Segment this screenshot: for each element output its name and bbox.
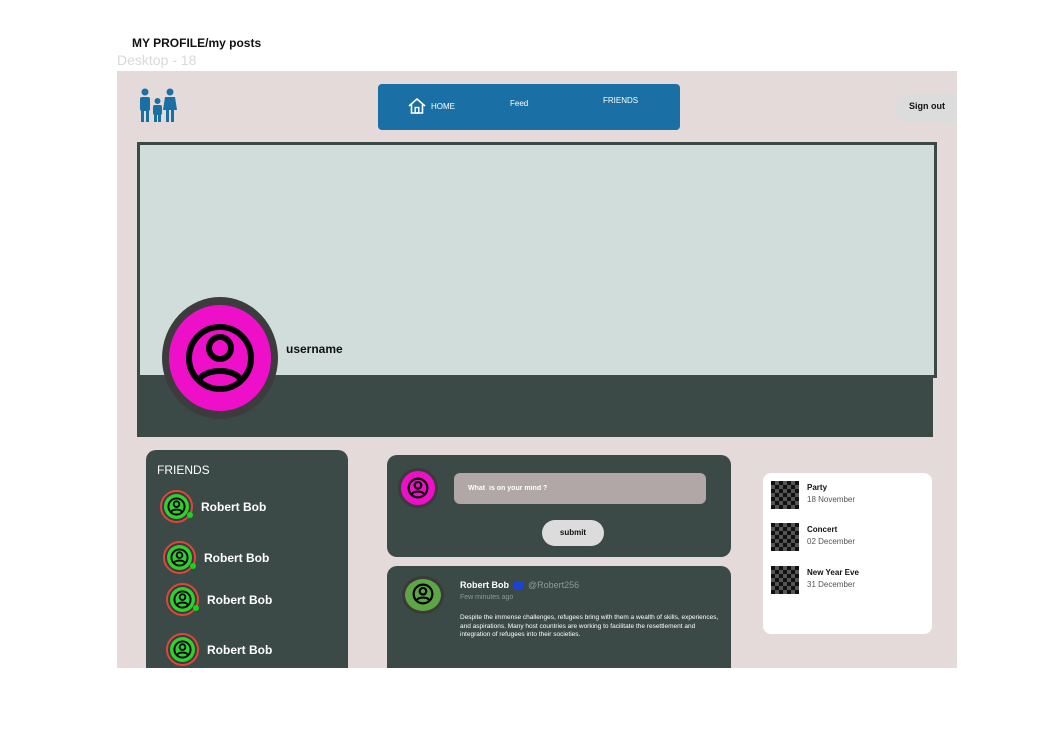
online-indicator	[193, 605, 199, 611]
event-thumbnail	[771, 481, 799, 509]
user-icon	[407, 477, 429, 499]
event-date: 31 December	[807, 580, 856, 589]
post-author-avatar[interactable]	[402, 576, 444, 614]
event-date: 02 December	[807, 537, 856, 546]
post-body: Despite the immense challenges, refugees…	[460, 614, 719, 638]
friends-title: FRIENDS	[157, 463, 210, 477]
frame-title: MY PROFILE/my posts	[132, 36, 262, 50]
online-indicator	[187, 512, 193, 518]
event-item[interactable]: Concert 02 December	[771, 523, 855, 551]
post-composer: submit	[387, 455, 731, 557]
events-panel: Party 18 November Concert 02 December Ne…	[763, 473, 932, 634]
sign-out-button[interactable]: Sign out	[895, 94, 957, 123]
event-name: New Year Eve	[807, 568, 859, 577]
online-indicator	[190, 563, 196, 569]
nav-home-label: HOME	[431, 101, 455, 111]
post-author-handle: @Robert256	[528, 580, 580, 590]
friend-name: Robert Bob	[207, 592, 273, 607]
event-item[interactable]: Party 18 November	[771, 481, 855, 509]
post-card: Robert Bob @Robert256 Few minutes ago De…	[387, 566, 731, 668]
user-icon	[412, 583, 434, 605]
user-icon	[173, 590, 192, 609]
nav-feed[interactable]: Feed	[510, 99, 528, 108]
nav-friends[interactable]: FRIENDS	[603, 96, 638, 105]
friend-item[interactable]: Robert Bob	[166, 633, 272, 666]
friend-avatar	[166, 583, 199, 616]
event-name: Concert	[807, 525, 838, 534]
frame-subtitle: Desktop - 18	[117, 52, 197, 68]
friend-name: Robert Bob	[201, 499, 267, 514]
friend-avatar	[163, 541, 196, 574]
friend-name: Robert Bob	[207, 642, 273, 657]
user-icon	[167, 497, 186, 516]
profile-avatar[interactable]	[162, 297, 278, 419]
friend-item[interactable]: Robert Bob	[166, 583, 272, 616]
family-icon[interactable]	[139, 88, 177, 124]
event-thumbnail	[771, 523, 799, 551]
friend-item[interactable]: Robert Bob	[163, 541, 269, 574]
event-name: Party	[807, 483, 828, 492]
event-date: 18 November	[807, 495, 856, 504]
friend-name: Robert Bob	[204, 550, 270, 565]
home-icon	[408, 98, 426, 114]
profile-username: username	[286, 342, 343, 356]
submit-button[interactable]: submit	[542, 520, 604, 546]
composer-avatar	[398, 468, 438, 508]
nav-home[interactable]: HOME	[408, 98, 455, 114]
user-icon	[173, 640, 192, 659]
event-thumbnail	[771, 566, 799, 594]
verified-badge-icon	[514, 580, 523, 590]
friends-panel: FRIENDS Robert Bob Robert Bob Robert Bob…	[146, 450, 348, 668]
event-item[interactable]: New Year Eve 31 December	[771, 566, 859, 594]
status-input[interactable]	[454, 473, 706, 504]
user-icon	[170, 548, 189, 567]
user-icon	[186, 324, 254, 392]
profile-page: HOME Feed FRIENDS Sign out username FRIE…	[117, 71, 957, 668]
friend-item[interactable]: Robert Bob	[160, 490, 266, 523]
post-timestamp: Few minutes ago	[460, 594, 514, 601]
friend-avatar	[166, 633, 199, 666]
friend-avatar	[160, 490, 193, 523]
main-nav: HOME Feed FRIENDS	[378, 84, 680, 130]
post-author-name[interactable]: Robert Bob	[460, 580, 509, 590]
